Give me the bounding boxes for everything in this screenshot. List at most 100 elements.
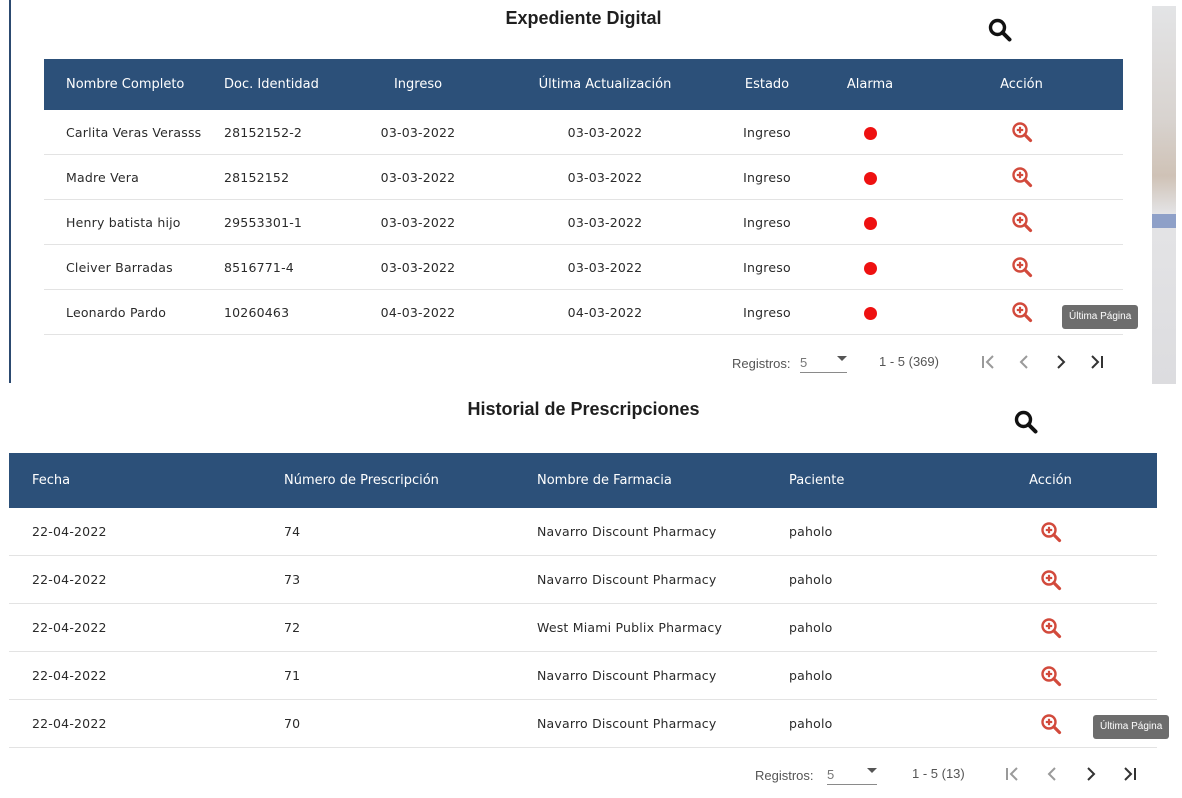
search-icon[interactable] [1013, 409, 1039, 435]
zoom-in-icon[interactable] [1011, 121, 1033, 143]
col-doc-identidad[interactable]: Doc. Identidad [202, 59, 340, 110]
zoom-in-icon[interactable] [1040, 569, 1062, 591]
col-alarma[interactable]: Alarma [820, 59, 920, 110]
cell-paciente: paholo [766, 699, 944, 748]
first-page-icon[interactable] [1002, 763, 1024, 785]
col-ingreso[interactable]: Ingreso [340, 59, 496, 110]
cell-actualizacion: 03-03-2022 [496, 199, 714, 245]
search-icon[interactable] [987, 17, 1013, 43]
table-row: Henry batista hijo 29553301-1 03-03-2022 03… [44, 199, 1123, 245]
last-page-tooltip: Última Página [1062, 305, 1139, 329]
col-accion: Acción [920, 59, 1123, 110]
cell-accion [944, 603, 1157, 652]
cell-accion [920, 110, 1123, 155]
first-page-icon[interactable] [978, 351, 1000, 373]
cell-farmacia: Navarro Discount Pharmacy [514, 699, 766, 748]
cell-farmacia: Navarro Discount Pharmacy [514, 555, 766, 604]
page-size-value: 5 [800, 355, 808, 370]
paginator-range: 1 - 5 (369) [879, 354, 939, 369]
expediente-paginator: Registros: 5 1 - 5 (369) [732, 348, 1112, 378]
cell-farmacia: West Miami Publix Pharmacy [514, 603, 766, 652]
zoom-in-icon[interactable] [1040, 617, 1062, 639]
page-size-select[interactable]: 5 [800, 350, 847, 373]
paginator-label: Registros: [755, 768, 814, 783]
cell-accion [944, 555, 1157, 604]
table-row: 22-04-2022 70 Navarro Discount Pharmacy pah… [9, 699, 1157, 748]
zoom-in-icon[interactable] [1040, 665, 1062, 687]
cell-ingreso: 04-03-2022 [340, 289, 496, 335]
cell-numero: 72 [261, 603, 514, 652]
zoom-in-icon[interactable] [1011, 301, 1033, 323]
cell-doc: 28152152-2 [202, 110, 340, 155]
table-row: 22-04-2022 73 Navarro Discount Pharmacy pah… [9, 555, 1157, 604]
cell-nombre: Leonardo Pardo [44, 289, 202, 335]
historial-table: Fecha Número de Prescripción Nombre de F… [9, 453, 1157, 748]
expediente-table: Nombre Completo Doc. Identidad Ingreso Ú… [44, 59, 1123, 335]
photo-band [1152, 214, 1176, 228]
last-page-icon[interactable] [1119, 763, 1141, 785]
cell-nombre: Cleiver Barradas [44, 244, 202, 290]
col-paciente[interactable]: Paciente [766, 453, 944, 508]
dropdown-caret-icon [837, 356, 847, 361]
col-nombre-completo[interactable]: Nombre Completo [44, 59, 202, 110]
zoom-in-icon[interactable] [1011, 211, 1033, 233]
table-row: Cleiver Barradas 8516771-4 03-03-2022 03-03… [44, 244, 1123, 290]
cell-farmacia: Navarro Discount Pharmacy [514, 651, 766, 700]
next-page-icon[interactable] [1050, 351, 1072, 373]
zoom-in-icon[interactable] [1040, 713, 1062, 735]
cell-estado: Ingreso [714, 154, 820, 200]
cell-actualizacion: 03-03-2022 [496, 110, 714, 155]
last-page-tooltip: Última Página [1093, 715, 1170, 739]
cell-alarma [820, 154, 920, 200]
cell-accion [944, 508, 1157, 556]
expediente-header-row: Nombre Completo Doc. Identidad Ingreso Ú… [44, 59, 1123, 110]
col-estado[interactable]: Estado [714, 59, 820, 110]
cell-accion [944, 651, 1157, 700]
cell-doc: 28152152 [202, 154, 340, 200]
previous-page-icon[interactable] [1041, 763, 1063, 785]
zoom-in-icon[interactable] [1011, 256, 1033, 278]
left-accent-line [9, 0, 11, 383]
table-row: Madre Vera 28152152 03-03-2022 03-03-2022 In… [44, 154, 1123, 200]
cell-doc: 29553301-1 [202, 199, 340, 245]
cell-alarma [820, 110, 920, 155]
cell-fecha: 22-04-2022 [9, 555, 261, 604]
cell-farmacia: Navarro Discount Pharmacy [514, 508, 766, 556]
col-numero-prescripcion[interactable]: Número de Prescripción [261, 453, 514, 508]
cell-alarma [820, 289, 920, 335]
cell-accion [920, 154, 1123, 200]
cell-paciente: paholo [766, 651, 944, 700]
paginator-range: 1 - 5 (13) [912, 766, 965, 781]
table-row: 22-04-2022 74 Navarro Discount Pharmacy pah… [9, 508, 1157, 556]
table-row: Carlita Veras Verasss 28152152-2 03-03-202… [44, 110, 1123, 155]
cell-numero: 73 [261, 555, 514, 604]
cell-estado: Ingreso [714, 199, 820, 245]
page-size-select[interactable]: 5 [827, 762, 877, 785]
cell-accion [920, 199, 1123, 245]
next-page-icon[interactable] [1080, 763, 1102, 785]
cell-actualizacion: 03-03-2022 [496, 154, 714, 200]
page-size-value: 5 [827, 767, 835, 782]
cell-fecha: 22-04-2022 [9, 603, 261, 652]
col-fecha[interactable]: Fecha [9, 453, 261, 508]
historial-title: Historial de Prescripciones [467, 399, 700, 419]
zoom-in-icon[interactable] [1040, 521, 1062, 543]
cell-numero: 71 [261, 651, 514, 700]
cell-ingreso: 03-03-2022 [340, 199, 496, 245]
cell-doc: 8516771-4 [202, 244, 340, 290]
cell-ingreso: 03-03-2022 [340, 154, 496, 200]
cell-ingreso: 03-03-2022 [340, 110, 496, 155]
last-page-icon[interactable] [1086, 351, 1108, 373]
alarm-indicator [863, 126, 877, 140]
col-ultima-actualizacion[interactable]: Última Actualización [496, 59, 714, 110]
zoom-in-icon[interactable] [1011, 166, 1033, 188]
alarm-indicator [863, 216, 877, 230]
dropdown-caret-icon [867, 768, 877, 773]
cell-actualizacion: 04-03-2022 [496, 289, 714, 335]
col-nombre-farmacia[interactable]: Nombre de Farmacia [514, 453, 766, 508]
cell-paciente: paholo [766, 603, 944, 652]
background-photo-strip [1152, 6, 1176, 384]
table-row: 22-04-2022 72 West Miami Publix Pharmacy pa… [9, 603, 1157, 652]
cell-actualizacion: 03-03-2022 [496, 244, 714, 290]
previous-page-icon[interactable] [1013, 351, 1035, 373]
